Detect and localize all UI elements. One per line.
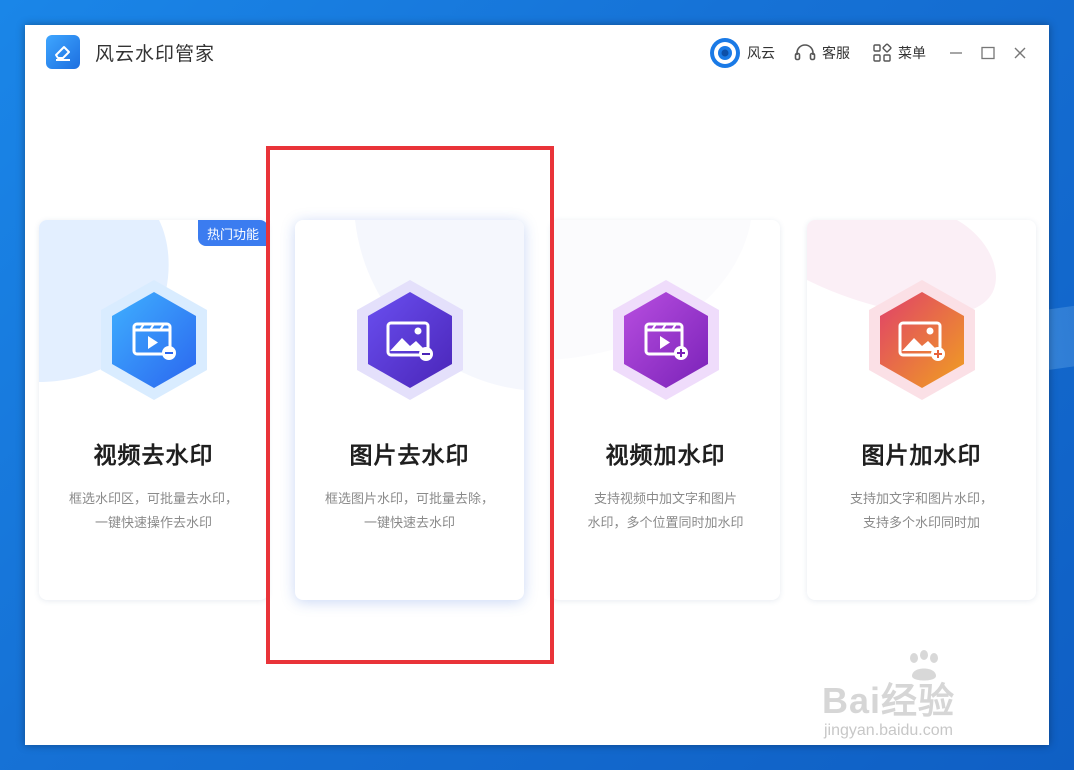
app-title: 风云水印管家 — [95, 43, 216, 65]
card-description-line: 一键快速操作去水印 — [94, 516, 212, 531]
card-title: 图片加水印 — [861, 443, 982, 469]
watermark-brand: Bai经验 — [822, 680, 956, 721]
eraser-logo-icon — [46, 35, 80, 69]
card-description: 支持视频中加文字和图片 水印，多个位置同时加水印 — [569, 488, 762, 536]
menu-label: 菜单 — [898, 46, 926, 62]
close-icon — [1014, 47, 1026, 59]
menu-button[interactable]: 菜单 — [872, 41, 926, 65]
close-button[interactable] — [1010, 43, 1030, 63]
card-video-add-watermark[interactable]: 视频加水印 支持视频中加文字和图片 水印，多个位置同时加水印 — [551, 220, 780, 600]
minimize-button[interactable] — [946, 43, 966, 63]
account-label: 风云 — [747, 46, 775, 62]
minimize-icon — [950, 52, 962, 54]
account-button[interactable]: 风云 — [709, 38, 775, 68]
customer-service-button[interactable]: 客服 — [794, 41, 850, 65]
card-description-line: 支持加文字和图片水印， — [849, 492, 993, 507]
baidu-watermark: Bai经验 jingyan.baidu.com — [822, 650, 1022, 750]
card-title: 视频去水印 — [93, 443, 214, 469]
card-description-line: 水印，多个位置同时加水印 — [587, 516, 744, 531]
hot-feature-badge: 热门功能 — [198, 220, 268, 246]
maximize-button[interactable] — [978, 43, 998, 63]
card-video-remove-watermark[interactable]: 热门功能 视频去水印 框选水印区，可批量去水印， 一键快速操作去水印 — [39, 220, 268, 600]
card-description-line: 支持视频中加文字和图片 — [593, 492, 737, 507]
card-description: 支持加文字和图片水印， 支持多个水印同时加 — [825, 488, 1018, 536]
card-description-line: 框选水印区，可批量去水印， — [68, 492, 238, 507]
watermark-url: jingyan.baidu.com — [824, 722, 953, 739]
card-title: 视频加水印 — [605, 443, 726, 469]
card-image-add-watermark[interactable]: 图片加水印 支持加文字和图片水印， 支持多个水印同时加 — [807, 220, 1036, 600]
video-add-icon — [609, 278, 723, 402]
headset-icon — [794, 43, 816, 63]
user-avatar-icon — [709, 37, 741, 69]
maximize-icon — [981, 46, 995, 60]
card-description: 框选水印区，可批量去水印， 一键快速操作去水印 — [57, 488, 250, 536]
image-add-icon — [865, 278, 979, 402]
card-description-line: 支持多个水印同时加 — [862, 516, 980, 531]
customer-service-label: 客服 — [822, 46, 850, 62]
grid-menu-icon — [872, 43, 892, 63]
video-remove-icon — [97, 278, 211, 402]
highlight-box — [266, 146, 554, 664]
title-bar: 风云水印管家 风云 客服 菜单 — [25, 25, 1049, 81]
